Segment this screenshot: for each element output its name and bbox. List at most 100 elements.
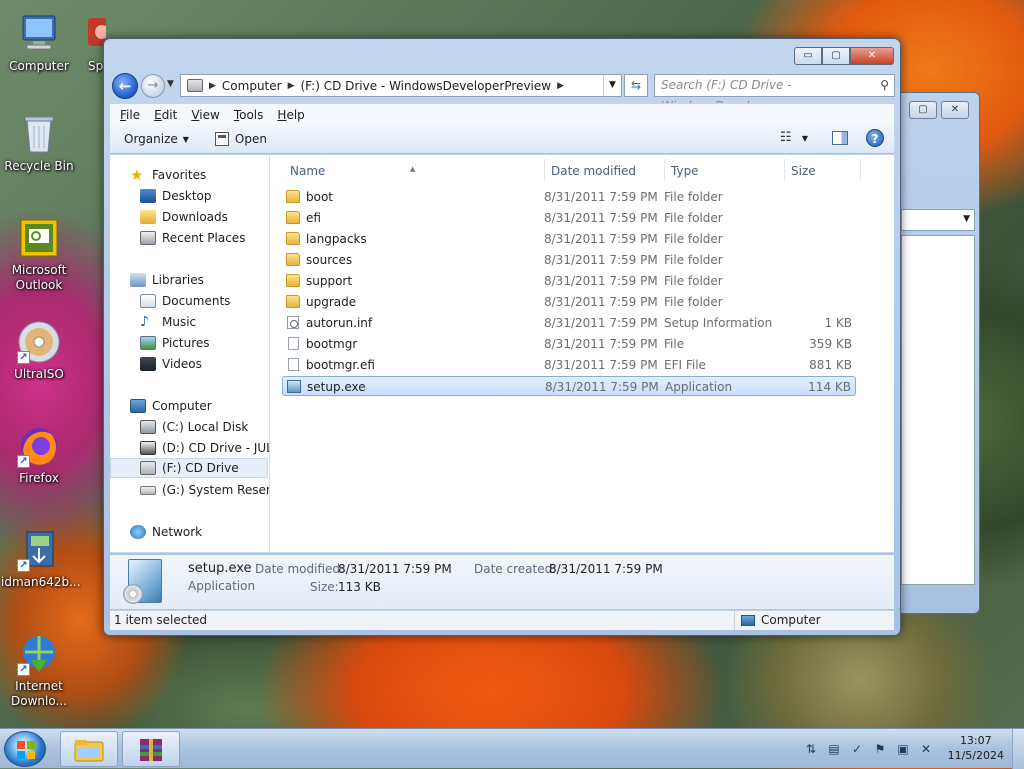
file-row[interactable]: sources 8/31/2011 7:59 PM File folder bbox=[282, 250, 856, 270]
desktop-icon-outlook[interactable]: Microsoft Outlook bbox=[1, 216, 77, 293]
file-row[interactable]: support 8/31/2011 7:59 PM File folder bbox=[282, 271, 856, 291]
desktop-icon-firefox[interactable]: ↗ Firefox bbox=[1, 424, 77, 486]
file-row[interactable]: efi 8/31/2011 7:59 PM File folder bbox=[282, 208, 856, 228]
taskbar-winrar-button[interactable] bbox=[122, 731, 180, 767]
file-name: bootmgr bbox=[306, 337, 358, 351]
nav-pictures[interactable]: Pictures bbox=[140, 333, 210, 353]
document-icon[interactable]: ▤ bbox=[826, 741, 842, 757]
desktop-icon-computer[interactable]: Computer bbox=[1, 12, 77, 74]
column-header-size[interactable]: Size bbox=[785, 161, 861, 181]
forward-button[interactable]: → bbox=[141, 74, 165, 98]
back-button[interactable]: ← bbox=[112, 73, 138, 99]
minimize-button[interactable]: ▭ bbox=[794, 47, 822, 65]
close-button[interactable]: ✕ bbox=[850, 47, 894, 65]
organize-button[interactable]: Organize ▼ bbox=[124, 132, 189, 146]
desktop-icon-recycle-bin[interactable]: Recycle Bin bbox=[1, 112, 77, 174]
menu-tools[interactable]: Tools bbox=[234, 108, 264, 122]
nav-favorites[interactable]: ★ Favorites bbox=[130, 165, 206, 185]
nav-network[interactable]: Network bbox=[130, 522, 202, 542]
address-bar[interactable]: ▶ Computer ▶ (F:) CD Drive - WindowsDeve… bbox=[180, 74, 622, 97]
file-row[interactable]: bootmgr 8/31/2011 7:59 PM File 359 KB bbox=[282, 334, 856, 354]
nav-label: Computer bbox=[152, 399, 212, 413]
refresh-button[interactable]: ⇆ bbox=[624, 74, 648, 97]
nav-c-drive[interactable]: (C:) Local Disk bbox=[140, 417, 248, 437]
nav-downloads[interactable]: Downloads bbox=[140, 207, 228, 227]
breadcrumb-separator-icon[interactable]: ▶ bbox=[557, 81, 564, 91]
file-type: File folder bbox=[664, 232, 723, 246]
start-button[interactable] bbox=[4, 731, 46, 767]
desktop-icon-app[interactable]: Sp bbox=[72, 12, 106, 74]
desktop-icon-label: Computer bbox=[9, 59, 69, 73]
menu-view[interactable]: View bbox=[191, 108, 219, 122]
column-separator[interactable] bbox=[860, 159, 861, 181]
nav-d-drive[interactable]: (D:) CD Drive - JULIA bbox=[140, 438, 269, 458]
column-header-date[interactable]: Date modified bbox=[545, 161, 663, 181]
file-list[interactable]: Name ▲ Date modified Type Size boot 8/31/… bbox=[272, 155, 894, 552]
background-window-maximize-button[interactable]: ▢ bbox=[909, 101, 937, 119]
taskbar-explorer-button[interactable] bbox=[60, 731, 118, 767]
explorer-window[interactable]: ▭ ▢ ✕ ← → ▼ ▶ Computer ▶ (F:) CD Drive -… bbox=[103, 38, 901, 636]
open-button[interactable]: Open bbox=[214, 132, 267, 146]
nav-recent-places[interactable]: Recent Places bbox=[140, 228, 245, 248]
nav-libraries[interactable]: Libraries bbox=[130, 270, 204, 290]
recent-pages-chevron-icon[interactable]: ▼ bbox=[167, 79, 174, 89]
security-icon[interactable]: ✓ bbox=[849, 741, 865, 757]
background-window-close-button[interactable]: ✕ bbox=[941, 101, 969, 119]
nav-music[interactable]: ♪ Music bbox=[140, 312, 196, 332]
chevron-down-icon: ▼ bbox=[963, 214, 970, 224]
maximize-button[interactable]: ▢ bbox=[822, 47, 850, 65]
preview-pane-icon[interactable] bbox=[832, 131, 848, 145]
file-row[interactable]: boot 8/31/2011 7:59 PM File folder bbox=[282, 187, 856, 207]
nav-desktop[interactable]: Desktop bbox=[140, 186, 212, 206]
volume-muted-icon[interactable]: ✕ bbox=[918, 741, 934, 757]
show-desktop-button[interactable] bbox=[1012, 729, 1024, 769]
content-area: ★ Favorites Desktop Downloads Recent Pla… bbox=[110, 155, 894, 553]
breadcrumb-cd-drive[interactable]: (F:) CD Drive - WindowsDeveloperPreview bbox=[301, 79, 552, 93]
shortcut-arrow-icon: ↗ bbox=[17, 559, 30, 572]
action-center-flag-icon[interactable]: ⚑ bbox=[872, 741, 888, 757]
nav-f-drive[interactable]: (F:) CD Drive bbox=[110, 458, 268, 478]
window-caption-buttons: ▭ ▢ ✕ bbox=[794, 47, 894, 65]
breadcrumb-separator-icon[interactable]: ▶ bbox=[209, 81, 216, 91]
network-status-icon[interactable]: ⇅ bbox=[803, 741, 819, 757]
network-icon[interactable]: ▣ bbox=[895, 741, 911, 757]
chevron-down-icon[interactable]: ▼ bbox=[802, 134, 808, 143]
shortcut-arrow-icon: ↗ bbox=[17, 455, 30, 468]
address-dropdown-icon[interactable]: ▼ bbox=[603, 75, 621, 96]
breadcrumb-computer[interactable]: Computer bbox=[222, 79, 282, 93]
taskbar-clock[interactable]: 13:07 11/5/2024 bbox=[948, 733, 1004, 763]
installer-icon: ↗ bbox=[17, 528, 61, 572]
notification-area: ⇅ ▤ ✓ ⚑ ▣ ✕ bbox=[796, 741, 934, 757]
file-row[interactable]: autorun.inf 8/31/2011 7:59 PM Setup Inform… bbox=[282, 313, 856, 333]
column-header-name[interactable]: Name ▲ bbox=[284, 161, 534, 181]
libraries-icon bbox=[130, 273, 146, 287]
file-row[interactable]: langpacks 8/31/2011 7:59 PM File folder bbox=[282, 229, 856, 249]
shortcut-arrow-icon: ↗ bbox=[17, 663, 30, 676]
navigation-pane[interactable]: ★ Favorites Desktop Downloads Recent Pla… bbox=[110, 155, 270, 552]
menu-help[interactable]: Help bbox=[277, 108, 304, 122]
nav-g-drive[interactable]: (G:) System Reserved bbox=[140, 480, 269, 500]
help-icon[interactable]: ? bbox=[866, 129, 884, 147]
menu-file[interactable]: File bbox=[120, 108, 140, 122]
background-window-combobox[interactable]: ▼ bbox=[901, 209, 975, 231]
recycle-bin-icon bbox=[17, 112, 61, 156]
desktop-icon-ultraiso[interactable]: ↗ UltraISO bbox=[1, 320, 77, 382]
menu-edit[interactable]: Edit bbox=[154, 108, 177, 122]
search-input[interactable]: Search (F:) CD Drive - WindowsDevel... ⚲ bbox=[654, 74, 895, 113]
folder-icon bbox=[286, 190, 300, 203]
nav-computer[interactable]: Computer bbox=[130, 396, 212, 416]
column-header-type[interactable]: Type bbox=[665, 161, 783, 181]
file-row[interactable]: setup.exe 8/31/2011 7:59 PM Application 114… bbox=[282, 376, 856, 396]
change-view-icon[interactable]: ☷ bbox=[780, 131, 796, 145]
desktop-icon-idman-installer[interactable]: ↗ idman642b... bbox=[1, 528, 81, 590]
file-row[interactable]: upgrade 8/31/2011 7:59 PM File folder bbox=[282, 292, 856, 312]
search-icon[interactable]: ⚲ bbox=[880, 75, 889, 96]
file-row[interactable]: bootmgr.efi 8/31/2011 7:59 PM EFI File 881 … bbox=[282, 355, 856, 375]
nav-documents[interactable]: Documents bbox=[140, 291, 230, 311]
nav-label: (D:) CD Drive - JULIA bbox=[162, 441, 269, 455]
desktop-icon-label: Recycle Bin bbox=[4, 159, 74, 173]
breadcrumb-separator-icon[interactable]: ▶ bbox=[288, 81, 295, 91]
nav-videos[interactable]: Videos bbox=[140, 354, 202, 374]
nav-label: (F:) CD Drive bbox=[162, 461, 239, 475]
desktop-icon-internet-download-manager[interactable]: ↗ Internet Downlo... bbox=[1, 632, 77, 709]
